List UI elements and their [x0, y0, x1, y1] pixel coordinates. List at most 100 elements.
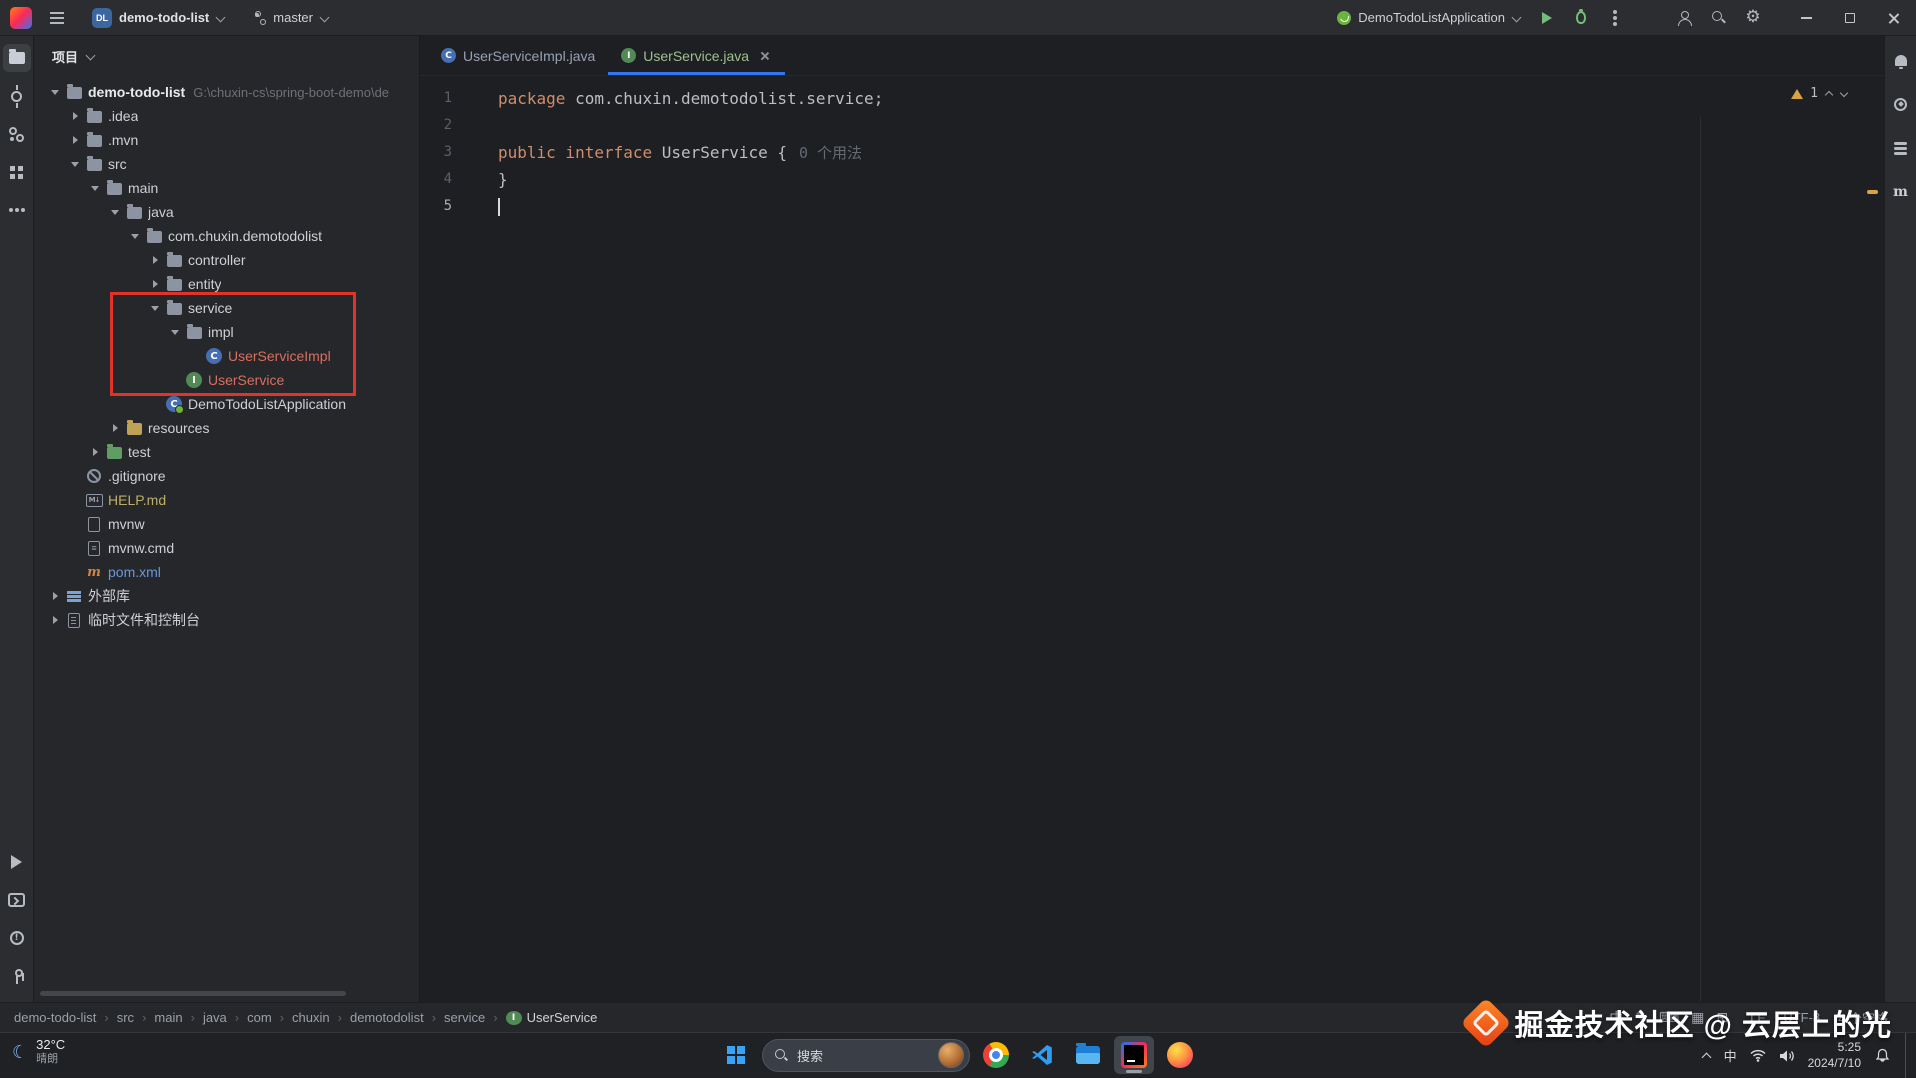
tree-chevron-icon[interactable]	[46, 80, 64, 104]
breadcrumb-item[interactable]: UserService	[485, 1010, 597, 1025]
main-menu-button[interactable]	[44, 5, 70, 31]
code-editor[interactable]: 1 package com.chuxin.demotodolist.servic…	[420, 76, 1884, 1002]
tree-item[interactable]: 外部库	[34, 584, 419, 608]
next-problem-icon[interactable]	[1840, 90, 1848, 98]
breadcrumb-item[interactable]: main	[134, 1010, 182, 1025]
minimize-button[interactable]	[1784, 0, 1828, 35]
tree-chevron-icon[interactable]	[66, 128, 84, 152]
tree-chevron-icon[interactable]	[106, 416, 124, 440]
commit-tool-button[interactable]	[3, 82, 31, 110]
tree-chevron-icon[interactable]	[66, 104, 84, 128]
tree-item[interactable]: UserServiceImpl	[34, 344, 419, 368]
tree-item[interactable]: src	[34, 152, 419, 176]
tree-chevron-icon[interactable]	[146, 248, 164, 272]
indent-widget[interactable]: 4 个空格	[1838, 1008, 1888, 1027]
explorer-taskbar-button[interactable]	[1068, 1036, 1108, 1074]
tree-item[interactable]: com.chuxin.demotodolist	[34, 224, 419, 248]
tree-item[interactable]: HELP.md	[34, 488, 419, 512]
firefox-taskbar-button[interactable]	[1160, 1036, 1200, 1074]
maven-tool-button[interactable]	[1887, 178, 1915, 206]
breadcrumb-item[interactable]: demotodolist	[330, 1010, 424, 1025]
tree-chevron-icon[interactable]	[46, 608, 64, 632]
more-tools-button[interactable]	[3, 196, 31, 224]
tree-item[interactable]: service	[34, 296, 419, 320]
start-button[interactable]	[716, 1036, 756, 1074]
taskbar-clock[interactable]: 5:25 2024/7/10	[1808, 1040, 1861, 1071]
volume-icon[interactable]	[1779, 1048, 1795, 1064]
ime-indicator[interactable]: 中	[1724, 1046, 1737, 1065]
tree-item[interactable]: resources	[34, 416, 419, 440]
version-control-tool-button[interactable]	[3, 962, 31, 990]
settings-button[interactable]	[1738, 3, 1768, 33]
problems-tool-button[interactable]	[3, 924, 31, 952]
structure-tool-button[interactable]	[3, 158, 31, 186]
scrollbar-warning-mark[interactable]	[1867, 190, 1878, 194]
line-separator-widget[interactable]: LF	[1750, 1010, 1765, 1025]
tree-item[interactable]: java	[34, 200, 419, 224]
tree-chevron-icon[interactable]	[46, 584, 64, 608]
breadcrumb-item[interactable]: java	[183, 1010, 227, 1025]
debug-button[interactable]	[1566, 3, 1596, 33]
tree-chevron-icon[interactable]	[166, 320, 184, 344]
ime-window-icon[interactable]: ⊞	[1716, 1009, 1728, 1026]
search-everywhere-button[interactable]	[1704, 3, 1734, 33]
horizontal-scrollbar[interactable]	[40, 991, 346, 996]
tree-item[interactable]: .mvn	[34, 128, 419, 152]
more-run-actions-button[interactable]	[1600, 3, 1630, 33]
tree-item[interactable]: 临时文件和控制台	[34, 608, 419, 632]
tree-chevron-icon[interactable]	[126, 224, 144, 248]
tree-item[interactable]: main	[34, 176, 419, 200]
tree-item[interactable]: DemoTodoListApplication	[34, 392, 419, 416]
breadcrumb-item[interactable]: src	[96, 1010, 134, 1025]
tree-chevron-icon[interactable]	[186, 344, 204, 368]
breadcrumb-item[interactable]: service	[424, 1010, 485, 1025]
tree-chevron-icon[interactable]	[86, 440, 104, 464]
inspections-widget[interactable]: 1	[1783, 82, 1856, 105]
project-tool-button[interactable]	[2, 44, 31, 72]
encoding-widget[interactable]: UTF-8	[1783, 1010, 1820, 1025]
tree-item[interactable]: demo-todo-list G:\chuxin-cs\spring-boot-…	[34, 80, 419, 104]
taskbar-search-box[interactable]: 搜索	[762, 1038, 970, 1072]
breadcrumb-item[interactable]: demo-todo-list	[14, 1010, 96, 1025]
ai-assistant-tool-button[interactable]	[1887, 90, 1915, 118]
pull-requests-tool-button[interactable]	[3, 120, 31, 148]
usages-inlay-hint[interactable]: 0 个用法	[799, 144, 862, 162]
close-button[interactable]	[1872, 0, 1916, 35]
intellij-taskbar-button[interactable]	[1114, 1036, 1154, 1074]
tree-item[interactable]: entity	[34, 272, 419, 296]
maximize-button[interactable]	[1828, 0, 1872, 35]
run-button[interactable]	[1532, 3, 1562, 33]
notifications-tool-button[interactable]	[1887, 46, 1915, 74]
tree-item[interactable]: .idea	[34, 104, 419, 128]
tree-item[interactable]: impl	[34, 320, 419, 344]
breadcrumb-item[interactable]: chuxin	[272, 1010, 330, 1025]
prev-problem-icon[interactable]	[1825, 90, 1833, 98]
tree-chevron-icon[interactable]	[86, 176, 104, 200]
chrome-taskbar-button[interactable]	[976, 1036, 1016, 1074]
tree-item[interactable]: test	[34, 440, 419, 464]
tab-close-icon[interactable]	[758, 49, 772, 63]
tree-chevron-icon[interactable]	[166, 368, 184, 392]
tab-userserviceimpl-java[interactable]: UserServiceImpl.java	[428, 36, 608, 75]
tree-item[interactable]: mvnw.cmd	[34, 536, 419, 560]
project-panel-header[interactable]: 项目	[34, 36, 419, 76]
database-tool-button[interactable]	[1887, 134, 1915, 162]
ime-keyboard-icon[interactable]: ⌨	[1659, 1009, 1679, 1026]
show-desktop-button[interactable]	[1905, 1033, 1908, 1078]
tray-overflow-button[interactable]	[1701, 1051, 1711, 1061]
ime-pen-icon[interactable]: ✎	[1635, 1009, 1647, 1026]
tree-chevron-icon[interactable]	[66, 512, 84, 536]
tree-item[interactable]: mvnw	[34, 512, 419, 536]
notification-bell-icon[interactable]	[1874, 1048, 1890, 1064]
terminal-tool-button[interactable]	[3, 886, 31, 914]
tree-item[interactable]: controller	[34, 248, 419, 272]
tree-chevron-icon[interactable]	[106, 200, 124, 224]
ime-language-icon[interactable]: 中	[1609, 1008, 1623, 1028]
tree-chevron-icon[interactable]	[66, 536, 84, 560]
run-config-widget[interactable]: DemoTodoListApplication	[1331, 6, 1528, 29]
code-with-me-button[interactable]	[1670, 3, 1700, 33]
vcs-branch-widget[interactable]: master	[248, 6, 336, 29]
breadcrumb-item[interactable]: com	[227, 1010, 272, 1025]
run-tool-button[interactable]	[3, 848, 31, 876]
vscode-taskbar-button[interactable]	[1022, 1036, 1062, 1074]
